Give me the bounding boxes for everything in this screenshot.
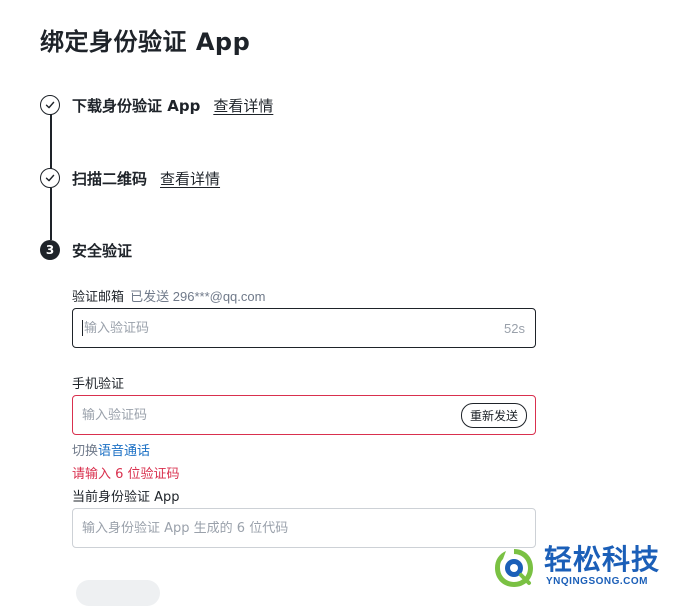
phone-error-message: 请输入 6 位验证码	[72, 467, 180, 482]
email-sent-text: 已发送 296***@qq.com	[130, 289, 266, 304]
authenticator-label: 当前身份验证 App	[72, 490, 180, 505]
email-countdown: 52s	[504, 320, 525, 336]
email-verify-label-text: 验证邮箱	[72, 290, 125, 305]
check-icon	[45, 101, 55, 109]
step-1-title: 下载身份验证 App	[72, 96, 201, 115]
watermark: 轻松科技 YNQINGSONG.COM	[490, 544, 676, 590]
check-icon	[45, 174, 55, 182]
step-1-details-link[interactable]: 查看详情	[213, 95, 273, 116]
text-caret	[82, 320, 83, 336]
step-3-indicator: 3	[40, 240, 60, 260]
step-2-details-link[interactable]: 查看详情	[160, 168, 220, 189]
switch-voice-line: 切换语音通话	[72, 440, 150, 459]
step-3-title: 安全验证	[72, 241, 133, 260]
phone-code-input[interactable]	[82, 407, 461, 423]
stepper-line	[50, 188, 52, 240]
step-2-title: 扫描二维码	[72, 169, 148, 188]
authenticator-code-field[interactable]	[72, 508, 536, 548]
stepper-line	[50, 114, 52, 176]
authenticator-code-input[interactable]	[82, 520, 526, 536]
step-2-indicator	[40, 168, 60, 188]
step-3: 安全验证	[72, 239, 132, 261]
step-1: 下载身份验证 App 查看详情	[72, 94, 273, 116]
submit-button[interactable]	[76, 580, 160, 606]
watermark-name: 轻松科技	[544, 543, 661, 576]
phone-verify-label: 手机验证	[72, 377, 125, 392]
phone-code-field[interactable]: 重新发送	[72, 395, 536, 435]
email-code-input[interactable]	[84, 320, 505, 336]
watermark-logo-icon	[495, 549, 533, 587]
email-code-field[interactable]: 52s	[72, 308, 536, 348]
switch-prefix: 切换	[72, 444, 99, 459]
voice-call-link[interactable]: 语音通话	[98, 444, 150, 459]
page-title: 绑定身份验证 App	[40, 28, 251, 56]
step-1-indicator	[40, 95, 60, 115]
email-verify-label: 验证邮箱 已发送 296***@qq.com	[72, 286, 265, 305]
step-2: 扫描二维码 查看详情	[72, 167, 220, 189]
watermark-sub: YNQINGSONG.COM	[546, 576, 649, 587]
resend-button[interactable]: 重新发送	[460, 402, 527, 428]
